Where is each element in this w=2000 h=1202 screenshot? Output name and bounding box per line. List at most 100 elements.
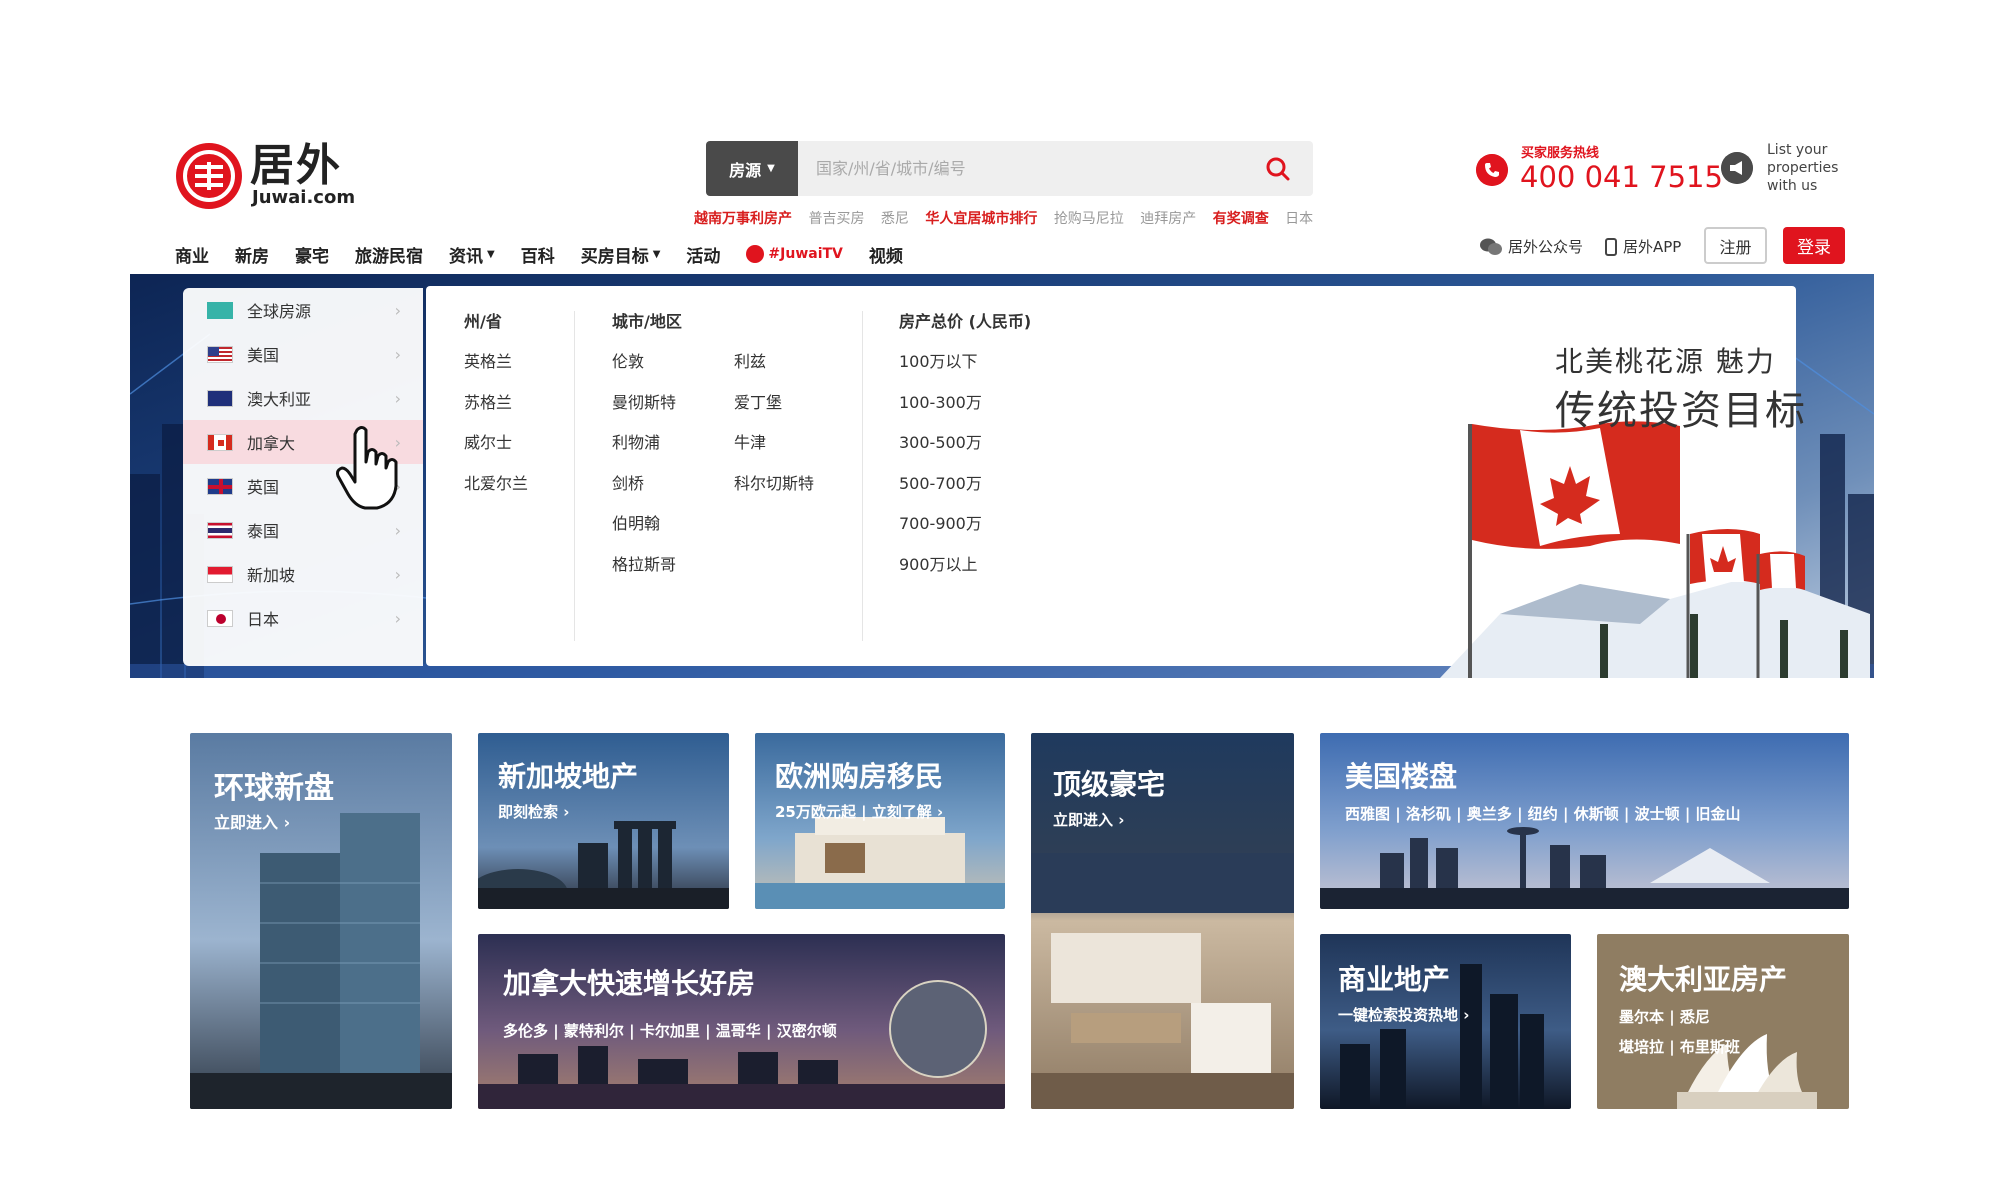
tile-title: 环球新盘: [214, 771, 334, 806]
chevron-down-icon: ▼: [767, 163, 775, 174]
country-label: 日本: [247, 610, 280, 629]
hero-banner: 全球房源 › 美国 › 澳大利亚 › 加拿大 › 英国 › 泰国 › 新加坡 ›…: [130, 274, 1874, 678]
list-property-line2: properties: [1767, 160, 1839, 176]
country-item-australia[interactable]: 澳大利亚 ›: [183, 376, 423, 420]
nav-item-holiday-homes[interactable]: 旅游民宿: [355, 240, 423, 268]
chevron-down-icon: ▼: [487, 248, 495, 260]
city-link[interactable]: 利物浦: [612, 429, 660, 453]
nav-label: 买房目标: [580, 246, 649, 267]
wechat-icon: [1480, 238, 1502, 255]
tile-canada[interactable]: 加拿大快速增长好房 多伦多 | 蒙特利尔 | 卡尔加里 | 温哥华 | 汉密尔顿: [478, 934, 1005, 1109]
hot-link[interactable]: 悉尼: [881, 211, 909, 227]
city-link[interactable]: 利兹: [734, 348, 766, 372]
hot-link[interactable]: 迪拜房产: [1140, 211, 1196, 227]
country-label: 英国: [247, 478, 280, 497]
japan-flag-icon: [207, 609, 233, 627]
hot-link[interactable]: 抢购马尼拉: [1054, 211, 1124, 227]
tile-usa[interactable]: 美国楼盘 西雅图 | 洛杉矶 | 奥兰多 | 纽约 | 休斯顿 | 波士顿 | …: [1320, 733, 1849, 909]
country-item-global[interactable]: 全球房源 ›: [183, 288, 423, 332]
nav-item-luxury[interactable]: 豪宅: [295, 240, 329, 268]
region-link[interactable]: 威尔士: [464, 429, 512, 453]
thailand-flag-icon: [207, 521, 233, 539]
search-icon[interactable]: [1258, 151, 1298, 187]
price-range-link[interactable]: 100万以下: [899, 348, 978, 372]
nav-item-events[interactable]: 活动: [686, 240, 720, 268]
promo-subheadline: 传统投资目标: [1555, 388, 1807, 434]
city-link[interactable]: 格拉斯哥: [612, 551, 676, 575]
megaphone-icon[interactable]: [1721, 152, 1753, 184]
city-link[interactable]: 牛津: [734, 429, 766, 453]
wechat-link[interactable]: 居外公众号: [1480, 236, 1583, 257]
country-item-usa[interactable]: 美国 ›: [183, 332, 423, 376]
mobile-phone-icon: [1605, 237, 1617, 256]
nav-item-video[interactable]: 视频: [869, 240, 903, 268]
search-category-dropdown[interactable]: 房源 ▼: [706, 141, 798, 196]
city-link[interactable]: 爱丁堡: [734, 389, 782, 413]
column-divider: [574, 311, 575, 641]
hot-link[interactable]: 日本: [1285, 211, 1313, 227]
price-range-link[interactable]: 100-300万: [899, 389, 982, 413]
app-link[interactable]: 居外APP: [1605, 236, 1681, 257]
nav-item-encyclopedia[interactable]: 百科: [521, 240, 555, 268]
globe-icon: [207, 301, 233, 319]
country-item-japan[interactable]: 日本 ›: [183, 596, 423, 640]
region-link[interactable]: 北爱尔兰: [464, 470, 528, 494]
nav-item-buying-goals[interactable]: 买房目标 ▼: [581, 240, 661, 268]
tile-singapore[interactable]: 新加坡地产 即刻检索 ›: [478, 733, 729, 909]
canada-flag-icon: [207, 433, 233, 451]
price-range-link[interactable]: 700-900万: [899, 510, 982, 534]
nav-item-commercial[interactable]: 商业: [175, 240, 209, 268]
nav-label: 商业: [175, 246, 209, 267]
nav-label: 新房: [235, 246, 269, 267]
hot-link[interactable]: 越南万事利房产: [694, 211, 792, 227]
hot-link[interactable]: 有奖调查: [1213, 211, 1269, 227]
city-column-header: 城市/地区: [612, 312, 682, 331]
country-label: 新加坡: [247, 566, 296, 585]
country-item-singapore[interactable]: 新加坡 ›: [183, 552, 423, 596]
region-link[interactable]: 英格兰: [464, 348, 512, 372]
tile-city-links: 墨尔本 | 悉尼: [1619, 1008, 1710, 1026]
price-range-link[interactable]: 500-700万: [899, 470, 982, 494]
nav-item-news[interactable]: 资讯 ▼: [449, 240, 495, 268]
tile-luxury[interactable]: 顶级豪宅 立即进入 ›: [1031, 733, 1294, 1109]
tile-europe-immigration[interactable]: 欧洲购房移民 25万欧元起 | 立刻了解 ›: [755, 733, 1005, 909]
login-button[interactable]: 登录: [1783, 227, 1845, 264]
logo-brand-text: 居外: [250, 140, 342, 191]
price-range-link[interactable]: 300-500万: [899, 429, 982, 453]
chevron-right-icon: ›: [394, 608, 401, 628]
city-link[interactable]: 科尔切斯特: [734, 470, 814, 494]
search-bar: 房源 ▼: [706, 141, 1313, 196]
nav-item-new-homes[interactable]: 新房: [235, 240, 269, 268]
tile-australia[interactable]: 澳大利亚房产 墨尔本 | 悉尼 堪培拉 | 布里斯班: [1597, 934, 1849, 1109]
phone-icon: [1476, 154, 1508, 186]
city-link[interactable]: 曼彻斯特: [612, 389, 676, 413]
search-input[interactable]: [798, 141, 1248, 196]
city-link[interactable]: 伦敦: [612, 348, 644, 372]
hot-link[interactable]: 华人宜居城市排行: [925, 211, 1037, 227]
tile-title: 商业地产: [1338, 963, 1451, 996]
tile-city-links: 堪培拉 | 布里斯班: [1619, 1038, 1740, 1056]
nav-item-juwai-tv[interactable]: #JuwaiTV: [746, 240, 843, 268]
australia-flag-icon: [207, 389, 233, 407]
country-item-thailand[interactable]: 泰国 ›: [183, 508, 423, 552]
region-column-header: 州/省: [464, 312, 502, 331]
hotline-number[interactable]: 400 041 7515: [1520, 160, 1723, 194]
hot-link[interactable]: 普吉买房: [808, 211, 864, 227]
city-link[interactable]: 剑桥: [612, 470, 644, 494]
register-button[interactable]: 注册: [1704, 227, 1767, 264]
us-flag-icon: [207, 345, 233, 363]
list-property-link[interactable]: List your properties with us: [1767, 141, 1857, 195]
chevron-right-icon: ›: [394, 300, 401, 320]
price-range-link[interactable]: 900万以上: [899, 551, 978, 575]
nav-label: 活动: [686, 246, 721, 267]
tile-global-new[interactable]: 环球新盘 立即进入 ›: [190, 733, 452, 1109]
hotline-label: 买家服务热线: [1521, 146, 1600, 161]
tile-city-links: 多伦多 | 蒙特利尔 | 卡尔加里 | 温哥华 | 汉密尔顿: [503, 1022, 837, 1040]
hot-search-links: 越南万事利房产 普吉买房 悉尼 华人宜居城市排行 抢购马尼拉 迪拜房产 有奖调查…: [694, 208, 1334, 230]
list-property-line1: List your: [1767, 142, 1828, 158]
tile-commercial[interactable]: 商业地产 一键检索投资热地 ›: [1320, 934, 1571, 1109]
chevron-right-icon: ›: [394, 564, 401, 584]
city-link[interactable]: 伯明翰: [612, 510, 660, 534]
nav-label: 百科: [520, 246, 555, 267]
region-link[interactable]: 苏格兰: [464, 389, 512, 413]
